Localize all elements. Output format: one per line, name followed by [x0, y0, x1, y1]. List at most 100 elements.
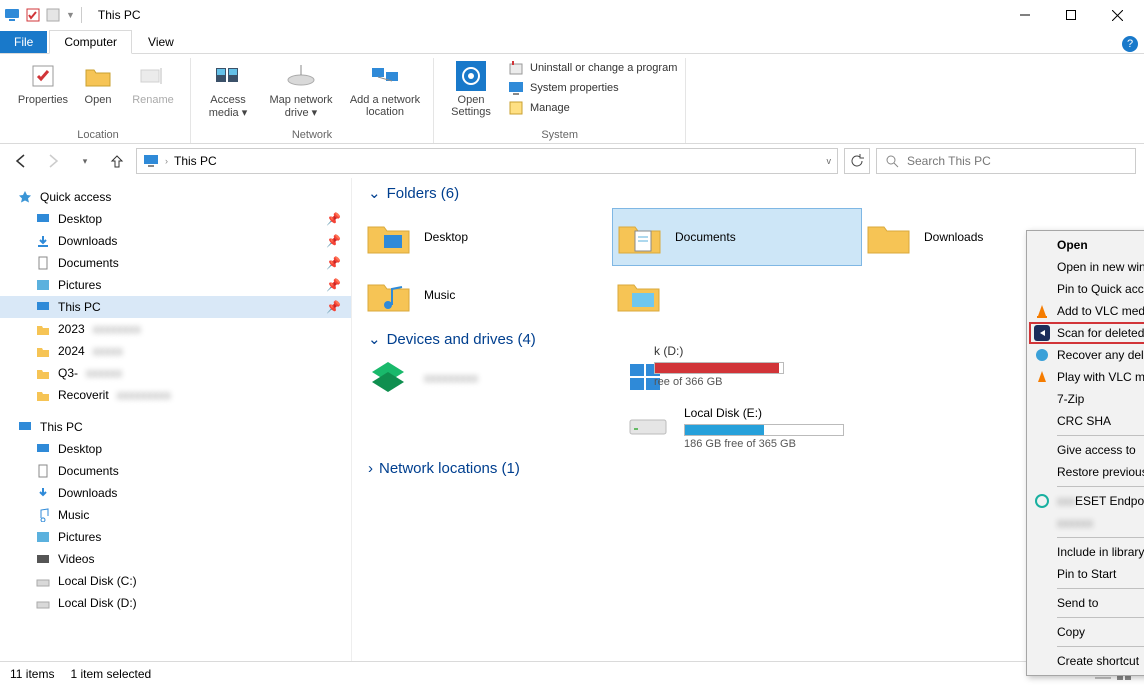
nav-pictures[interactable]: Pictures: [0, 526, 351, 548]
tab-computer[interactable]: Computer: [49, 30, 132, 54]
vlc-icon: [1033, 302, 1051, 320]
chevron-right-icon: ›: [368, 460, 373, 477]
nav-folder[interactable]: Recoveritxxxxxxxxx: [0, 384, 351, 406]
status-bar: 11 items 1 item selected: [0, 661, 1144, 685]
ribbon: Properties Open Rename Location Access m…: [0, 54, 1144, 144]
cm-pin-quick-access[interactable]: Pin to Quick access: [1029, 278, 1144, 300]
cm-7zip[interactable]: 7-Zip›: [1029, 388, 1144, 410]
nav-downloads[interactable]: Downloads: [0, 482, 351, 504]
nav-folder[interactable]: 2023xxxxxxxx: [0, 318, 351, 340]
pin-icon: 📌: [326, 256, 341, 270]
tab-file[interactable]: File: [0, 31, 47, 53]
recent-locations-button[interactable]: ▾: [72, 148, 98, 174]
search-icon: [885, 154, 899, 168]
minimize-button[interactable]: [1002, 0, 1048, 30]
cm-restore-versions[interactable]: Restore previous versions: [1029, 461, 1144, 483]
separator: [1057, 537, 1144, 538]
system-properties-button[interactable]: System properties: [508, 80, 677, 96]
breadcrumb[interactable]: › This PC v: [136, 148, 838, 174]
cm-give-access[interactable]: Give access to›: [1029, 439, 1144, 461]
nav-quick-access[interactable]: Quick access: [0, 186, 351, 208]
section-folders[interactable]: ⌄Folders (6): [352, 178, 1144, 208]
drive-icon: [36, 596, 50, 610]
cm-blurred[interactable]: xxxxxx: [1029, 512, 1144, 534]
nav-disk-d[interactable]: Local Disk (D:): [0, 592, 351, 614]
cm-vlc-playlist[interactable]: Add to VLC media player's Playlist: [1029, 300, 1144, 322]
cm-copy[interactable]: Copy: [1029, 621, 1144, 643]
storage-bar: [684, 424, 844, 436]
map-drive-button[interactable]: Map network drive ▾: [261, 58, 341, 121]
cm-eset[interactable]: xxxESET Endpoint Antivirusxx›: [1029, 490, 1144, 512]
help-icon[interactable]: ?: [1122, 36, 1138, 52]
nav-pictures[interactable]: Pictures📌: [0, 274, 351, 296]
drive-tencent[interactable]: xxxxxxxxx: [362, 354, 622, 402]
manage-button[interactable]: Manage: [508, 100, 677, 116]
uninstall-program-button[interactable]: Uninstall or change a program: [508, 60, 677, 76]
folder-music[interactable]: Music: [362, 266, 612, 324]
nav-folder[interactable]: Q3-xxxxxx: [0, 362, 351, 384]
qa-dropdown-icon[interactable]: ▼: [66, 10, 75, 20]
search-input[interactable]: Search This PC: [876, 148, 1136, 174]
nav-videos[interactable]: Videos: [0, 548, 351, 570]
monitor-icon: [36, 212, 50, 226]
cm-send-to[interactable]: Send to›: [1029, 592, 1144, 614]
content-pane: ⌄Folders (6) Desktop Documents Downloads…: [352, 178, 1144, 661]
cm-vlc-play[interactable]: Play with VLC media player: [1029, 366, 1144, 388]
rename-button[interactable]: Rename: [124, 58, 182, 108]
properties-button[interactable]: Properties: [14, 58, 72, 108]
nav-this-pc-root[interactable]: This PC: [0, 416, 351, 438]
qa-item-icon[interactable]: [26, 8, 40, 22]
nav-this-pc[interactable]: This PC📌: [0, 296, 351, 318]
separator: [1057, 486, 1144, 487]
drive-local-e[interactable]: Local Disk (E:) 186 GB free of 365 GB: [622, 402, 882, 454]
cm-include-library[interactable]: Include in library›: [1029, 541, 1144, 563]
separator: [1057, 588, 1144, 589]
breadcrumb-segment[interactable]: This PC: [174, 154, 217, 168]
close-button[interactable]: [1094, 0, 1140, 30]
title-bar: ▼ This PC: [0, 0, 1144, 30]
cm-pin-start[interactable]: Pin to Start: [1029, 563, 1144, 585]
address-bar: ▾ › This PC v Search This PC: [0, 144, 1144, 178]
folder-icon: [36, 388, 50, 402]
drive-local-d-peek[interactable]: k (D:) ree of 366 GB: [654, 344, 784, 388]
star-icon: [18, 190, 32, 204]
monitor-icon: [4, 7, 20, 23]
pin-icon: 📌: [326, 278, 341, 292]
folder-documents[interactable]: Documents: [612, 208, 862, 266]
cm-create-shortcut[interactable]: Create shortcut: [1029, 650, 1144, 672]
navigation-pane: Quick access Desktop📌 Downloads📌 Documen…: [0, 178, 352, 661]
open-button[interactable]: Open: [76, 58, 120, 108]
video-icon: [36, 552, 50, 566]
folder-icon: [36, 344, 50, 358]
chevron-down-icon[interactable]: v: [827, 156, 832, 166]
qa-item-icon[interactable]: [46, 8, 60, 22]
forward-button[interactable]: [40, 148, 66, 174]
cm-easeus-recover[interactable]: Recover any deleted data with EaseUS: [1029, 344, 1144, 366]
cm-open[interactable]: Open: [1029, 234, 1144, 256]
add-network-location-button[interactable]: Add a network location: [345, 58, 425, 121]
folder-desktop[interactable]: Desktop: [362, 208, 612, 266]
nav-music[interactable]: Music: [0, 504, 351, 526]
cm-open-new-window[interactable]: Open in new window: [1029, 256, 1144, 278]
cm-recoverit-scan[interactable]: Scan for deleted files with Recoverit: [1029, 322, 1144, 344]
nav-folder[interactable]: 2024xxxxx: [0, 340, 351, 362]
nav-desktop[interactable]: Desktop📌: [0, 208, 351, 230]
cm-crc-sha[interactable]: CRC SHA›: [1029, 410, 1144, 432]
document-icon: [36, 464, 50, 478]
refresh-button[interactable]: [844, 148, 870, 174]
tab-view[interactable]: View: [134, 31, 188, 53]
access-media-button[interactable]: Access media ▾: [199, 58, 257, 121]
nav-documents[interactable]: Documents: [0, 460, 351, 482]
folder-icon: [36, 366, 50, 380]
pictures-icon: [36, 530, 50, 544]
back-button[interactable]: [8, 148, 34, 174]
open-settings-button[interactable]: Open Settings: [442, 58, 500, 120]
up-button[interactable]: [104, 148, 130, 174]
maximize-button[interactable]: [1048, 0, 1094, 30]
nav-downloads[interactable]: Downloads📌: [0, 230, 351, 252]
ribbon-tabs: File Computer View ^: [0, 30, 1144, 54]
nav-documents[interactable]: Documents📌: [0, 252, 351, 274]
nav-desktop[interactable]: Desktop: [0, 438, 351, 460]
nav-disk-c[interactable]: Local Disk (C:): [0, 570, 351, 592]
folder-pictures-partial[interactable]: [612, 266, 862, 324]
